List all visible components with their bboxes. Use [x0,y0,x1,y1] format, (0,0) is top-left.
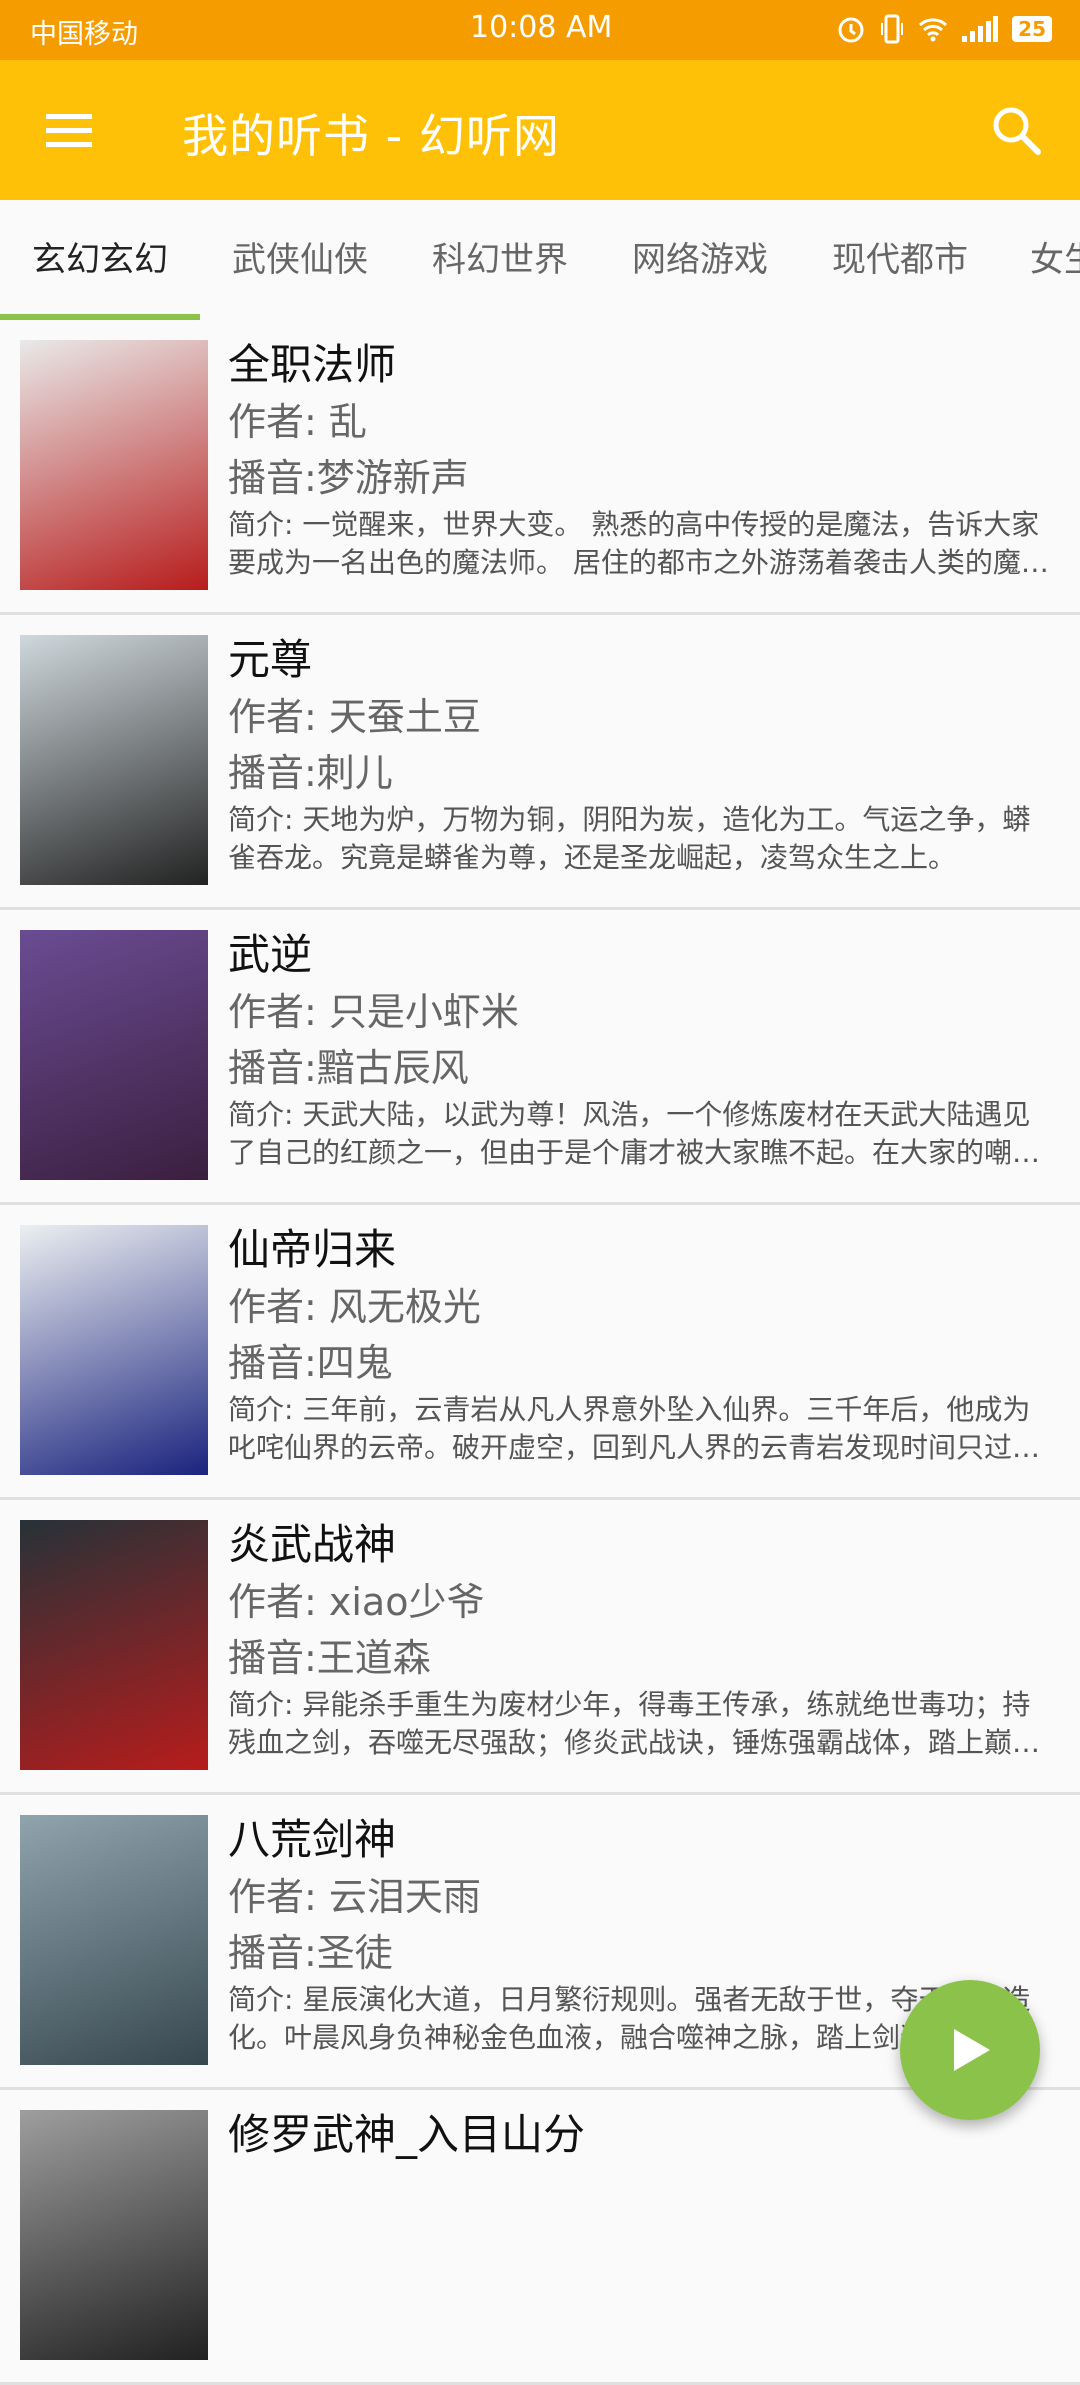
book-narrator: 播音:四鬼 [228,1341,393,1385]
book-summary: 简介: 异能杀手重生为废材少年，得毒王传承，练就绝世毒功；持残血之剑，吞噬无尽强… [228,1688,1031,1759]
book-narrator: 播音:梦游新声 [228,456,469,500]
book-list-item[interactable]: 元尊作者: 天蚕土豆 播音:刺儿简介: 天地为炉，万物为铜，阴阳为炭，造化为工。气… [0,615,1080,910]
battery-icon: 25 [1012,16,1052,42]
book-author: 作者: xiao少爷 [228,1580,485,1624]
tab-dushi[interactable]: 现代都市 [800,200,1000,320]
book-title: 武逆 [228,930,313,979]
vibrate-icon [881,14,904,44]
book-cover [20,1520,208,1770]
book-list-item[interactable]: 全职法师作者: 乱播音:梦游新声简介: 一觉醒来，世界大变。 熟悉的高中传授的是… [0,320,1080,615]
book-title: 仙帝归来 [228,1225,397,1274]
book-cover [20,340,208,590]
tab-kehuan[interactable]: 科幻世界 [400,200,600,320]
book-summary [228,2164,1058,2240]
book-info: 仙帝归来作者: 风无极光 播音:四鬼简介: 三年前，云青岩从凡人界意外坠入仙界。三… [228,1221,1058,1467]
play-button[interactable] [900,1980,1040,2120]
clock: 10:08 AM [470,10,613,45]
book-title: 八荒剑神 [228,1815,397,1864]
book-author: 作者: 云泪天雨 [228,1875,481,1919]
book-author: 作者: 天蚕土豆 [228,695,481,739]
book-author: 作者: 风无极光 [228,1285,481,1329]
book-list-item[interactable]: 武逆作者: 只是小虾米 播音:黯古辰风简介: 天武大陆，以武为尊！风浩，一个修炼废… [0,910,1080,1205]
signal-icon [962,16,999,42]
alarm-icon [838,17,864,43]
book-summary: 简介: 一觉醒来，世界大变。 熟悉的高中传授的是魔法，告诉大家要成为一名出色的魔… [228,508,1049,579]
category-tabs: 玄幻玄幻 武侠仙侠 科幻世界 网络游戏 现代都市 女生 [0,200,1080,321]
play-icon [954,2029,990,2071]
book-list-item[interactable]: 仙帝归来作者: 风无极光 播音:四鬼简介: 三年前，云青岩从凡人界意外坠入仙界。三… [0,1205,1080,1500]
tab-wuxia[interactable]: 武侠仙侠 [200,200,400,320]
book-cover [20,635,208,885]
wifi-icon [919,18,948,42]
tab-nvsheng[interactable]: 女生 [1000,200,1080,320]
tab-wangyou[interactable]: 网络游戏 [600,200,800,320]
status-bar: 中国移动 10:08 AM 25 [0,0,1080,60]
tab-xuanhuan[interactable]: 玄幻玄幻 [0,200,200,320]
app-bar: 我的听书 - 幻听网 [0,60,1080,200]
book-narrator: 播音:黯古辰风 [228,1046,469,1090]
book-info: 炎武战神作者: xiao少爷 播音:王道森简介: 异能杀手重生为废材少年，得毒王传… [228,1516,1058,1762]
carrier-name: 中国移动 [30,19,138,50]
book-summary: 简介: 三年前，云青岩从凡人界意外坠入仙界。三千年后，他成为叱咤仙界的云帝。破开… [228,1393,1041,1464]
book-narrator: 播音:圣徒 [228,1931,393,1975]
page-title: 我的听书 - 幻听网 [182,109,560,163]
search-icon[interactable] [990,104,1042,156]
book-cover [20,1225,208,1475]
book-author: 作者: 只是小虾米 [228,990,519,1034]
book-narrator: 播音:刺儿 [228,751,393,795]
book-title: 元尊 [228,635,313,684]
book-summary: 简介: 天武大陆，以武为尊！风浩，一个修炼废材在天武大陆遇见了自己的红颜之一，但… [228,1098,1041,1169]
book-info: 武逆作者: 只是小虾米 播音:黯古辰风简介: 天武大陆，以武为尊！风浩，一个修炼废… [228,926,1058,1172]
status-icons: 25 [836,12,1052,46]
book-cover [20,930,208,1180]
menu-icon[interactable] [44,106,94,154]
book-info: 元尊作者: 天蚕土豆 播音:刺儿简介: 天地为炉，万物为铜，阴阳为炭，造化为工。气… [228,631,1058,877]
book-author: 作者: 乱 [228,400,367,444]
book-info: 全职法师作者: 乱播音:梦游新声简介: 一觉醒来，世界大变。 熟悉的高中传授的是… [228,336,1058,582]
book-title: 修罗武神_入目山分 [228,2110,586,2159]
book-title: 全职法师 [228,340,397,389]
book-summary: 简介: 天地为炉，万物为铜，阴阳为炭，造化为工。气运之争，蟒雀吞龙。究竟是蟒雀为… [228,803,1031,874]
book-narrator: 播音:王道森 [228,1636,431,1680]
book-list-item[interactable]: 炎武战神作者: xiao少爷 播音:王道森简介: 异能杀手重生为废材少年，得毒王传… [0,1500,1080,1795]
book-cover [20,2110,208,2360]
book-list-item[interactable]: 修罗武神_入目山分 [0,2090,1080,2385]
book-title: 炎武战神 [228,1520,397,1569]
book-cover [20,1815,208,2065]
book-info: 修罗武神_入目山分 [228,2106,1058,2240]
